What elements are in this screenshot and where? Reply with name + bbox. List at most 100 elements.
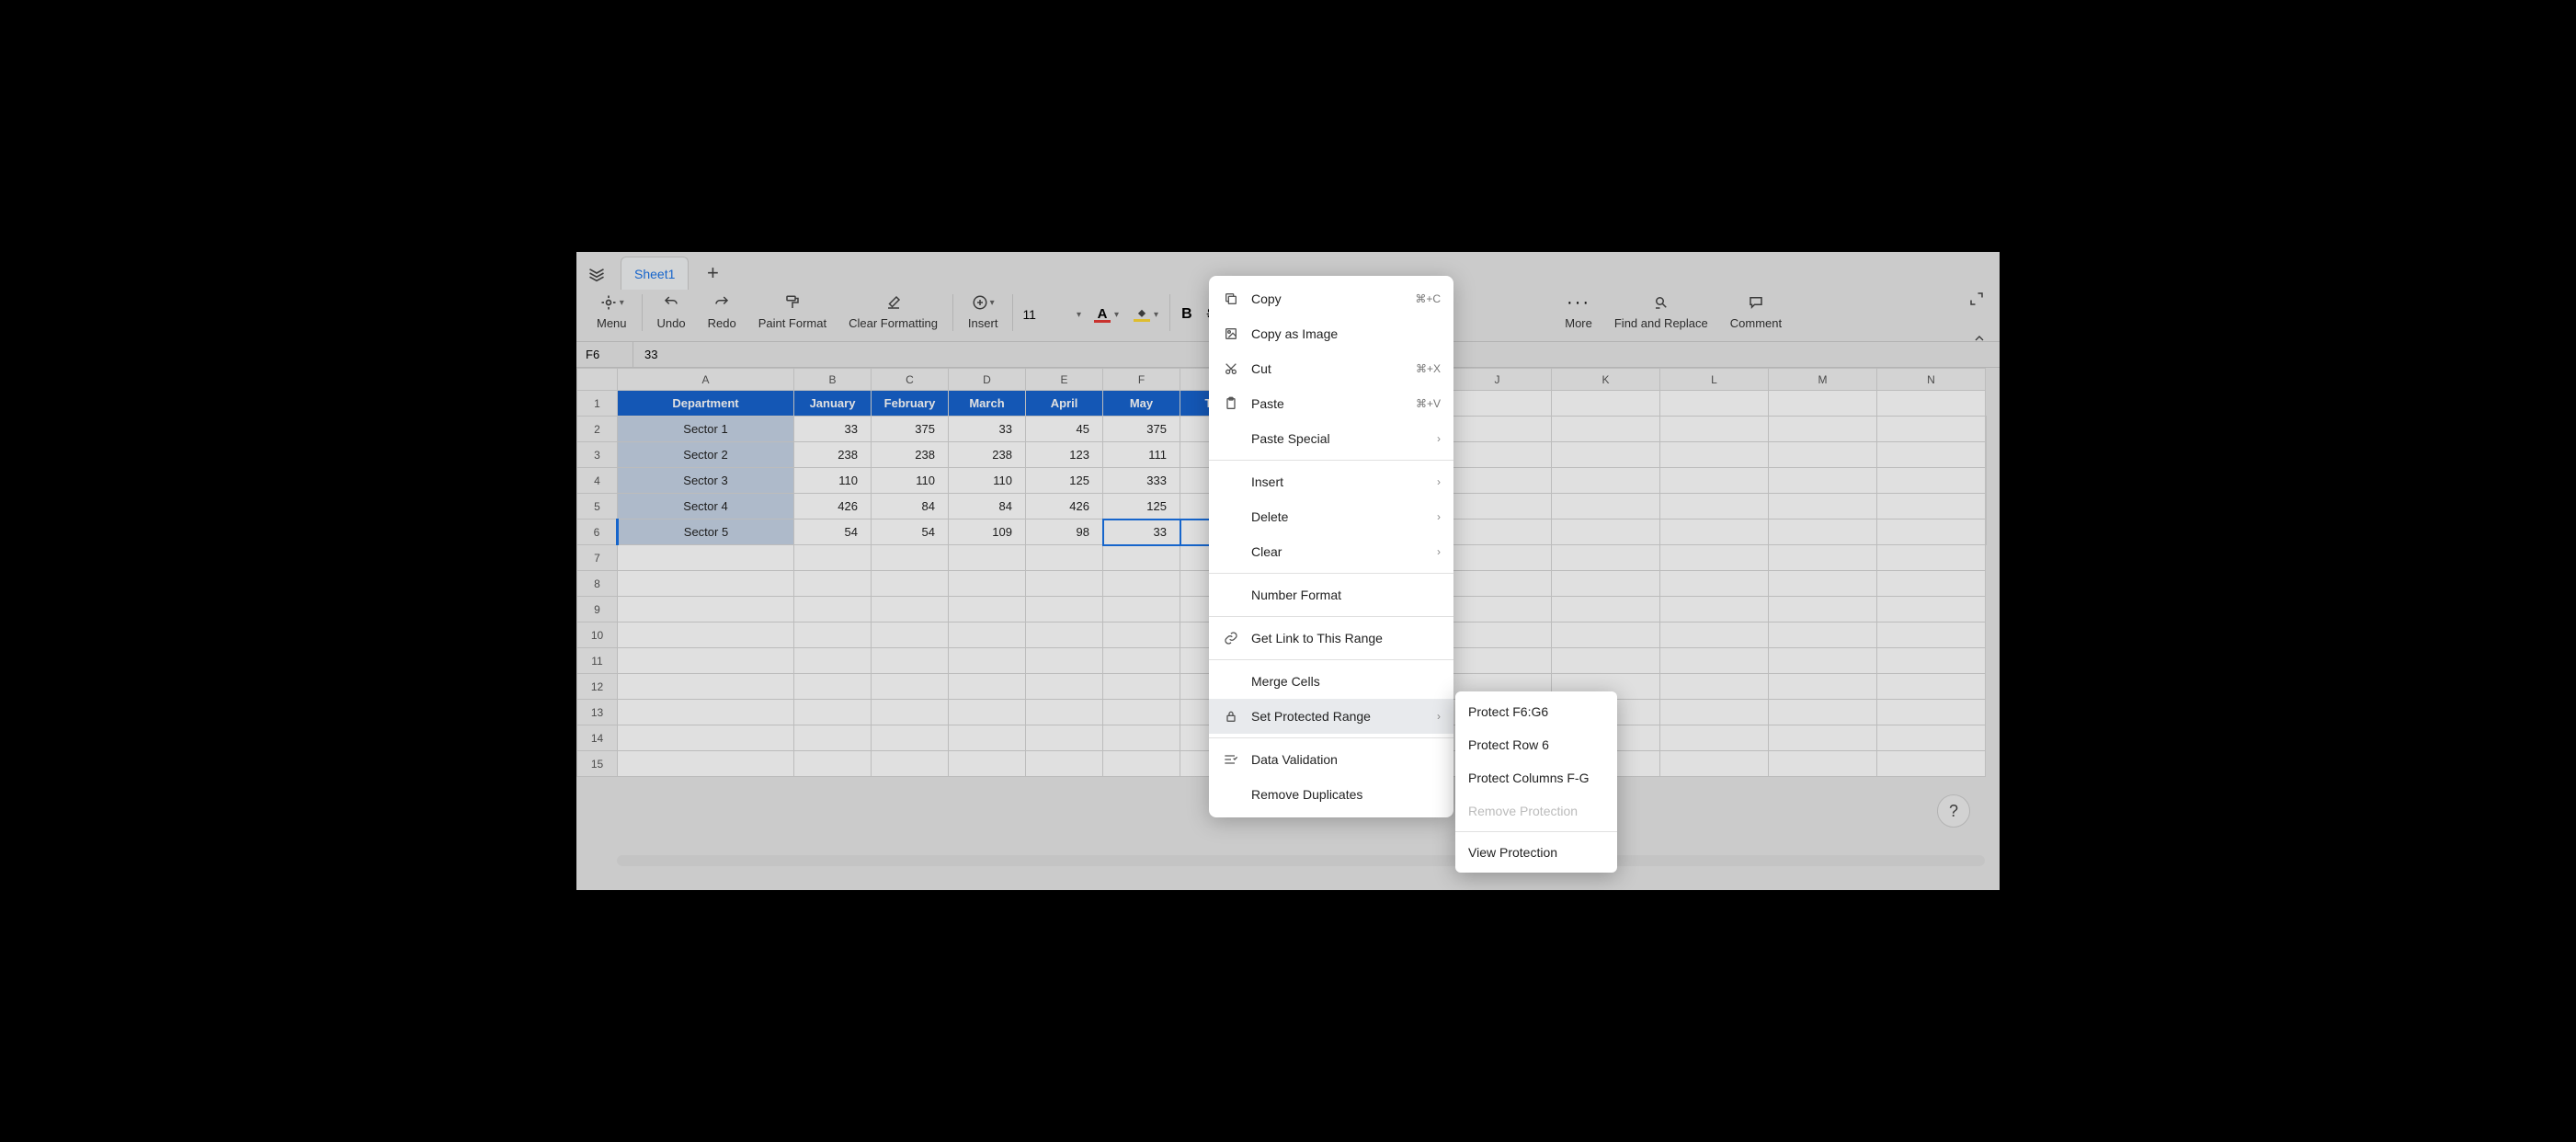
cell[interactable]	[1552, 391, 1660, 417]
cell[interactable]	[618, 674, 794, 700]
cell[interactable]: February	[872, 391, 949, 417]
row-header[interactable]: 10	[577, 622, 618, 648]
cell[interactable]	[1552, 622, 1660, 648]
cell[interactable]	[1026, 597, 1103, 622]
cell[interactable]	[1552, 520, 1660, 545]
fill-color-button[interactable]: ▾	[1126, 291, 1166, 338]
cell[interactable]: 109	[949, 520, 1026, 545]
cell[interactable]: 84	[949, 494, 1026, 520]
cell[interactable]	[1103, 700, 1180, 725]
cell[interactable]	[1443, 442, 1552, 468]
cell[interactable]	[1769, 700, 1877, 725]
cell[interactable]	[1877, 468, 1986, 494]
cell[interactable]	[1660, 442, 1769, 468]
cell[interactable]: 33	[949, 417, 1026, 442]
cell[interactable]	[1552, 494, 1660, 520]
row-header[interactable]: 13	[577, 700, 618, 725]
cell[interactable]: 111	[1103, 442, 1180, 468]
font-size-input[interactable]: 11 ▾	[1017, 291, 1087, 338]
formula-input[interactable]: 33	[633, 348, 657, 361]
cell[interactable]: 426	[1026, 494, 1103, 520]
cell[interactable]	[1660, 648, 1769, 674]
menu-button[interactable]: ▾ Menu	[586, 291, 638, 330]
cell[interactable]: 238	[949, 442, 1026, 468]
row-header[interactable]: 6	[577, 520, 618, 545]
cell[interactable]	[1026, 674, 1103, 700]
cell[interactable]	[1026, 725, 1103, 751]
ctx-copy[interactable]: Copy⌘+C	[1209, 281, 1453, 316]
col-header[interactable]: C	[872, 369, 949, 391]
col-header[interactable]: L	[1660, 369, 1769, 391]
add-sheet-button[interactable]: +	[698, 258, 727, 288]
cell[interactable]: January	[794, 391, 872, 417]
cell[interactable]	[1443, 468, 1552, 494]
cell[interactable]	[794, 674, 872, 700]
ctx-get-link[interactable]: Get Link to This Range	[1209, 621, 1453, 656]
cell[interactable]	[1552, 417, 1660, 442]
cell[interactable]	[1103, 545, 1180, 571]
col-header[interactable]: N	[1877, 369, 1986, 391]
cell[interactable]	[1443, 417, 1552, 442]
cell[interactable]	[1986, 520, 1987, 545]
redo-button[interactable]: Redo	[697, 291, 747, 330]
cell[interactable]	[1443, 545, 1552, 571]
cell[interactable]	[618, 700, 794, 725]
cell[interactable]: Sector 2	[618, 442, 794, 468]
cell[interactable]	[1769, 391, 1877, 417]
cell[interactable]	[794, 545, 872, 571]
cell[interactable]: 375	[872, 417, 949, 442]
cell[interactable]	[949, 751, 1026, 777]
insert-button[interactable]: ▾ Insert	[957, 291, 1009, 330]
ctx-protect[interactable]: Set Protected Range›	[1209, 699, 1453, 734]
cell[interactable]: Sector 4	[618, 494, 794, 520]
cell[interactable]: 98	[1026, 520, 1103, 545]
paint-format-button[interactable]: Paint Format	[747, 291, 838, 330]
col-header[interactable]: D	[949, 369, 1026, 391]
cell[interactable]	[949, 571, 1026, 597]
cell[interactable]	[1552, 648, 1660, 674]
cell[interactable]	[872, 597, 949, 622]
cell[interactable]	[1660, 545, 1769, 571]
all-sheets-icon[interactable]	[584, 260, 610, 286]
cell[interactable]	[1660, 391, 1769, 417]
cell[interactable]	[1769, 494, 1877, 520]
cell[interactable]	[1660, 494, 1769, 520]
cell[interactable]: Sector 1	[618, 417, 794, 442]
ctx-insert[interactable]: Insert›	[1209, 464, 1453, 499]
row-header[interactable]: 7	[577, 545, 618, 571]
ctx-validation[interactable]: Data Validation	[1209, 742, 1453, 777]
row-header[interactable]: 12	[577, 674, 618, 700]
fullscreen-icon[interactable]	[1968, 291, 1985, 307]
cell[interactable]: 125	[1026, 468, 1103, 494]
cell[interactable]	[618, 545, 794, 571]
sub-view-protection[interactable]: View Protection	[1455, 836, 1617, 869]
cell[interactable]	[1660, 417, 1769, 442]
ctx-paste-special[interactable]: Paste Special›	[1209, 421, 1453, 456]
cell[interactable]	[1660, 571, 1769, 597]
cell[interactable]	[1769, 545, 1877, 571]
cell[interactable]	[1103, 571, 1180, 597]
row-header[interactable]: 4	[577, 468, 618, 494]
cell[interactable]	[1660, 700, 1769, 725]
row-header[interactable]: 2	[577, 417, 618, 442]
cell[interactable]	[1443, 622, 1552, 648]
cell[interactable]	[1103, 674, 1180, 700]
ctx-delete[interactable]: Delete›	[1209, 499, 1453, 534]
cell[interactable]	[1769, 648, 1877, 674]
cell[interactable]	[1769, 622, 1877, 648]
cell[interactable]	[794, 571, 872, 597]
ctx-paste[interactable]: Paste⌘+V	[1209, 386, 1453, 421]
cell[interactable]	[1769, 597, 1877, 622]
cell[interactable]	[1026, 751, 1103, 777]
cell[interactable]	[1986, 494, 1987, 520]
sub-protect-cols[interactable]: Protect Columns F-G	[1455, 761, 1617, 794]
cell[interactable]	[872, 571, 949, 597]
ctx-remove-duplicates[interactable]: Remove Duplicates	[1209, 777, 1453, 812]
row-header[interactable]: 8	[577, 571, 618, 597]
cell[interactable]	[872, 725, 949, 751]
cell[interactable]	[1769, 468, 1877, 494]
cell[interactable]	[872, 622, 949, 648]
col-header[interactable]: B	[794, 369, 872, 391]
cell[interactable]	[1103, 597, 1180, 622]
cell[interactable]	[1877, 391, 1986, 417]
